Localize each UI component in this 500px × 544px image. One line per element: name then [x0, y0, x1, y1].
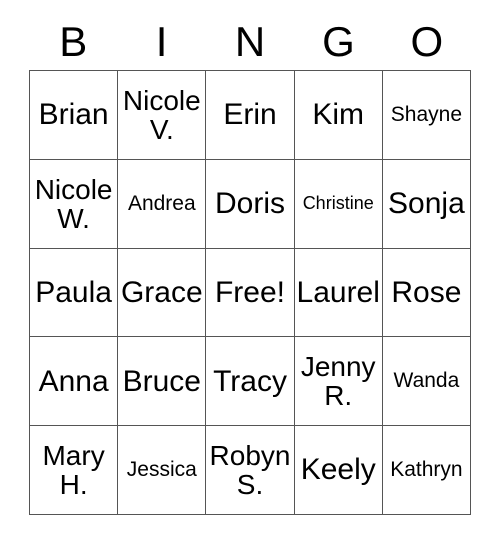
- bingo-cell[interactable]: Anna: [30, 337, 119, 427]
- bingo-cell-label: Kathryn: [390, 458, 463, 482]
- bingo-cell-label: Erin: [223, 98, 277, 132]
- bingo-cell[interactable]: Kathryn: [382, 426, 472, 515]
- bingo-cell[interactable]: Doris: [206, 159, 295, 249]
- bingo-cell-label: Free!: [214, 275, 286, 309]
- bingo-cell-label: Rose: [391, 275, 462, 309]
- bingo-row: Paula Grace Free! Laurel Rose: [30, 248, 472, 338]
- bingo-cell-label: Nicole V.: [122, 84, 201, 145]
- bingo-cell[interactable]: Mary H.: [30, 426, 119, 515]
- bingo-card: B I N G O Brian Nicole V. Erin Kim Shayne Nic…: [0, 0, 500, 544]
- bingo-header-letter-b: B: [59, 18, 88, 65]
- bingo-header-letter-i: I: [155, 18, 168, 65]
- bingo-cell[interactable]: Rose: [382, 248, 472, 338]
- bingo-cell[interactable]: Tracy: [206, 337, 295, 427]
- bingo-cell[interactable]: Wanda: [382, 337, 472, 427]
- bingo-cell[interactable]: Keely: [294, 426, 383, 515]
- bingo-cell-label: Mary H.: [42, 439, 105, 501]
- bingo-cell-label: Bruce: [122, 364, 201, 398]
- bingo-header-letter-g: G: [322, 18, 355, 65]
- bingo-cell-label: Brian: [38, 98, 109, 132]
- bingo-cell-label: Wanda: [393, 369, 460, 393]
- bingo-row: Nicole W. Andrea Doris Christine Sonja: [30, 159, 472, 249]
- bingo-cell-label: Grace: [120, 275, 203, 309]
- bingo-free-space-cell[interactable]: Free!: [206, 248, 295, 338]
- bingo-cell[interactable]: Shayne: [382, 71, 472, 160]
- bingo-header-letter-n: N: [234, 18, 266, 65]
- bingo-cell[interactable]: Grace: [118, 248, 207, 338]
- bingo-cell-label: Paula: [35, 275, 112, 309]
- bingo-cell[interactable]: Paula: [30, 248, 119, 338]
- bingo-cell-label: Robyn S.: [209, 439, 291, 501]
- bingo-cell-label: Laurel: [296, 275, 380, 309]
- bingo-cell[interactable]: Jessica: [118, 426, 207, 515]
- bingo-cell-label: Nicole W.: [34, 173, 113, 234]
- bingo-cell[interactable]: Bruce: [118, 337, 207, 427]
- bingo-cell[interactable]: Robyn S.: [206, 426, 295, 515]
- bingo-grid: Brian Nicole V. Erin Kim Shayne Nicole W. Andr…: [29, 70, 472, 515]
- bingo-cell-label: Tracy: [213, 364, 287, 398]
- bingo-cell-label: Jessica: [126, 458, 197, 482]
- bingo-cell-label: Christine: [302, 193, 374, 214]
- bingo-cell-label: Anna: [38, 364, 109, 398]
- bingo-cell[interactable]: Brian: [30, 71, 119, 160]
- bingo-cell[interactable]: Andrea: [118, 159, 207, 249]
- bingo-cell-label: Andrea: [127, 191, 196, 215]
- bingo-cell-label: Sonja: [388, 187, 465, 221]
- bingo-cell[interactable]: Christine: [294, 159, 383, 249]
- bingo-cell[interactable]: Nicole W.: [30, 159, 119, 249]
- bingo-cell[interactable]: Laurel: [294, 248, 383, 338]
- bingo-cell-label: Keely: [300, 453, 376, 487]
- bingo-cell-label: Kim: [312, 98, 365, 132]
- bingo-cell[interactable]: Kim: [294, 71, 383, 160]
- bingo-row: Brian Nicole V. Erin Kim Shayne: [30, 71, 472, 160]
- bingo-cell[interactable]: Jenny R.: [294, 337, 383, 427]
- bingo-header-row: B I N G O: [29, 14, 471, 70]
- bingo-row: Anna Bruce Tracy Jenny R. Wanda: [30, 337, 472, 427]
- bingo-cell[interactable]: Erin: [206, 71, 295, 160]
- bingo-cell-label: Doris: [215, 187, 286, 221]
- bingo-cell[interactable]: Sonja: [382, 159, 472, 249]
- bingo-cell-label: Jenny R.: [300, 351, 376, 412]
- bingo-header-letter-o: O: [410, 18, 444, 65]
- bingo-cell[interactable]: Nicole V.: [118, 71, 207, 160]
- bingo-row: Mary H. Jessica Robyn S. Keely Kathryn: [30, 426, 472, 515]
- bingo-cell-label: Shayne: [390, 102, 463, 126]
